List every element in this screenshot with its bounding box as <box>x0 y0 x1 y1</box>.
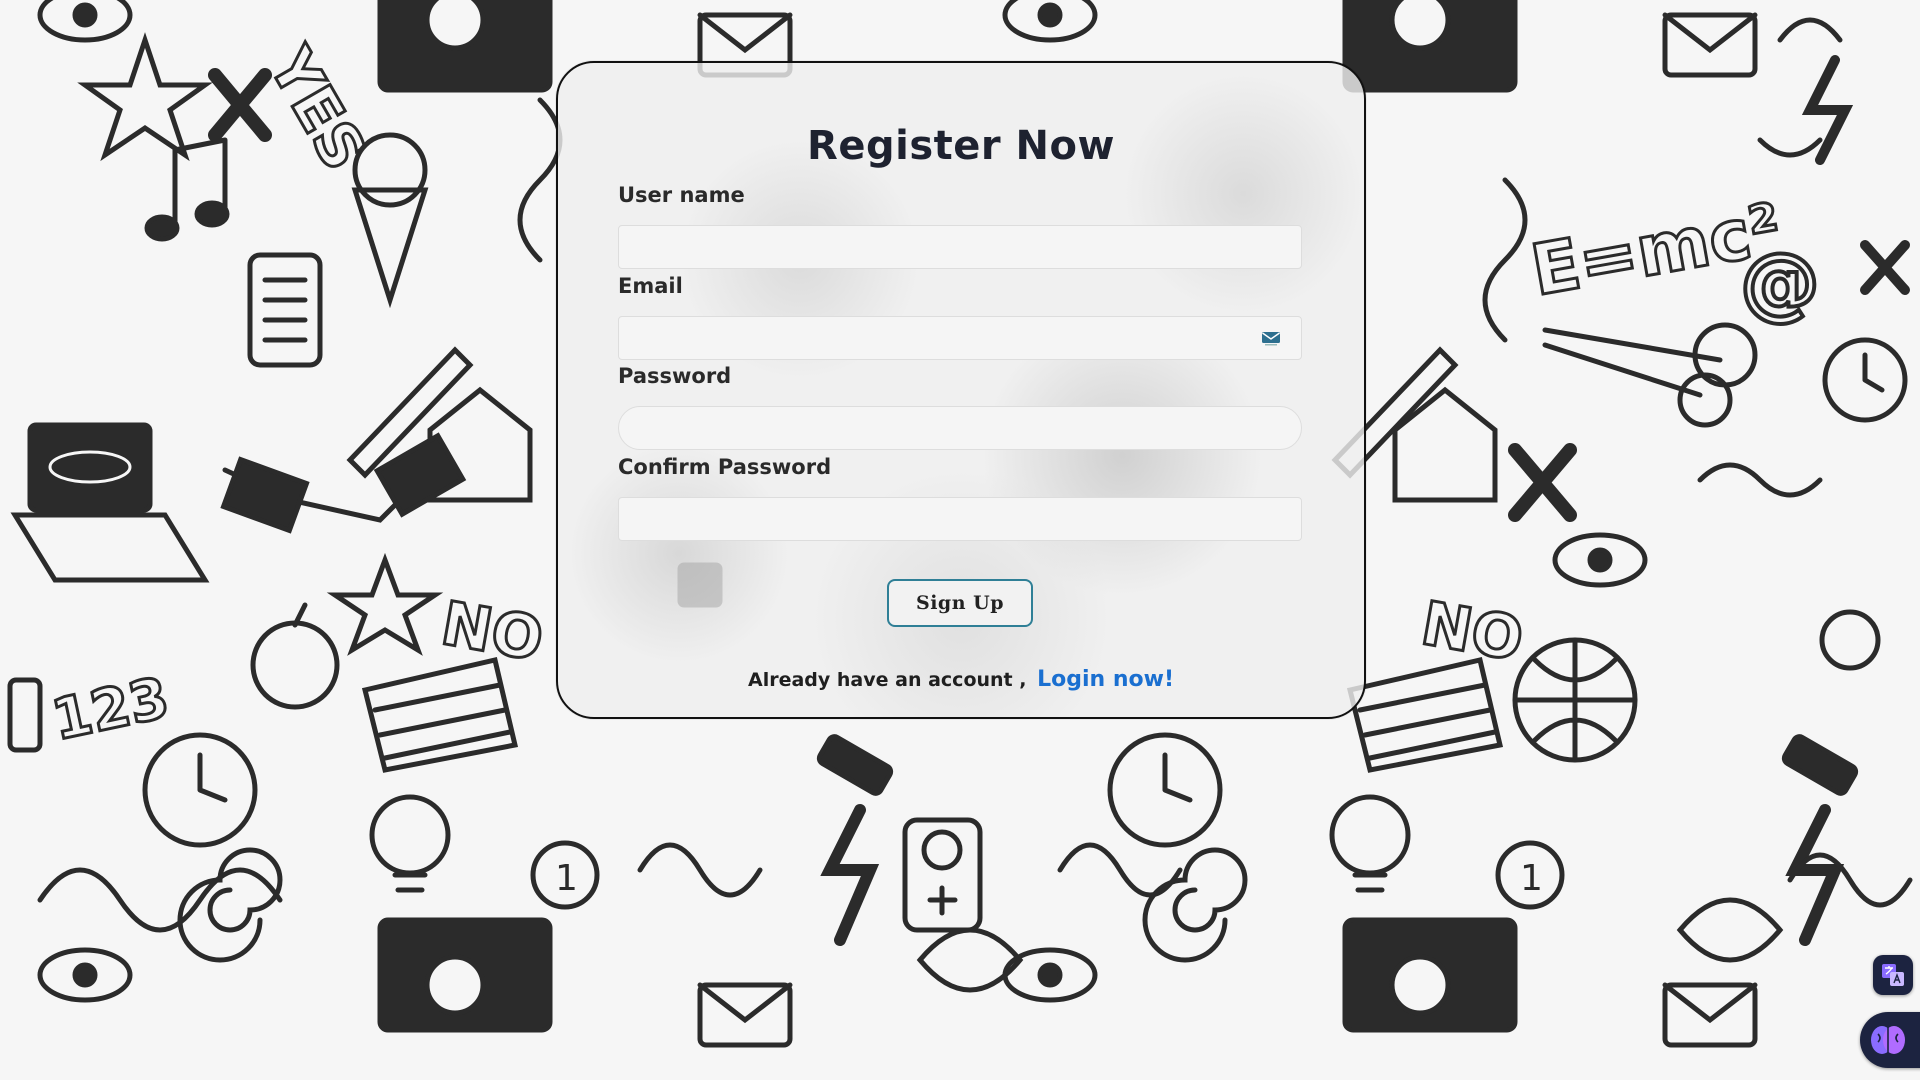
register-card: Register Now User name Email Password Co… <box>556 61 1366 719</box>
brain-extension-button[interactable] <box>1860 1012 1920 1068</box>
username-field[interactable] <box>618 225 1302 269</box>
email-field[interactable] <box>618 316 1302 360</box>
login-prompt-line: Already have an account , Login now! <box>558 667 1364 692</box>
login-prompt-text: Already have an account , <box>748 669 1027 691</box>
confirm-password-label: Confirm Password <box>618 455 832 479</box>
svg-text:1: 1 <box>555 858 578 899</box>
translate-icon <box>1882 964 1904 986</box>
login-now-link[interactable]: Login now! <box>1037 667 1174 692</box>
sign-up-button[interactable]: Sign Up <box>887 579 1033 627</box>
brain-icon <box>1871 1026 1905 1054</box>
svg-text:1: 1 <box>1520 858 1543 899</box>
translate-extension-button[interactable] <box>1873 955 1913 995</box>
page-title: Register Now <box>807 123 1115 169</box>
username-label: User name <box>618 183 745 207</box>
envelope-icon[interactable] <box>1261 330 1281 346</box>
password-field[interactable] <box>618 406 1302 450</box>
confirm-password-field[interactable] <box>618 497 1302 541</box>
email-label: Email <box>618 274 683 298</box>
svg-text:@: @ <box>1740 236 1820 329</box>
password-label: Password <box>618 364 732 388</box>
